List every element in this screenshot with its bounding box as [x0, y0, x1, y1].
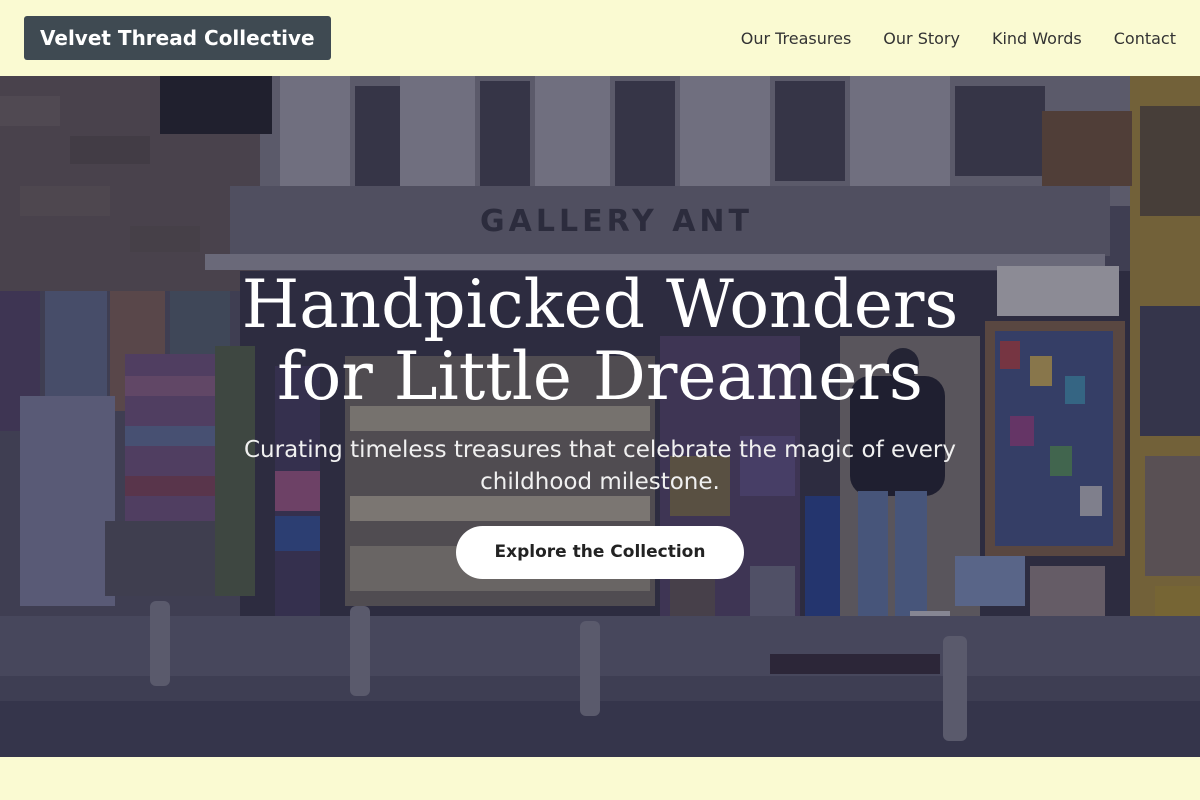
site-header: Velvet Thread Collective Our Treasures O…: [0, 0, 1200, 76]
hero-subtitle: Curating timeless treasures that celebra…: [244, 437, 956, 495]
nav-link-kind-words[interactable]: Kind Words: [992, 29, 1082, 48]
hero-title: Handpicked Wonders for Little Dreamers: [241, 266, 959, 415]
explore-collection-button[interactable]: Explore the Collection: [456, 526, 744, 579]
nav-link-our-treasures[interactable]: Our Treasures: [741, 29, 852, 48]
nav-link-contact[interactable]: Contact: [1114, 29, 1176, 48]
brand-logo[interactable]: Velvet Thread Collective: [24, 16, 331, 60]
main-nav: Our Treasures Our Story Kind Words Conta…: [741, 0, 1176, 76]
nav-link-our-story[interactable]: Our Story: [883, 29, 960, 48]
hero-overlay: [0, 76, 1200, 757]
hero-section: GALLERY ANT Handpicked Wonders for Littl…: [0, 76, 1200, 757]
